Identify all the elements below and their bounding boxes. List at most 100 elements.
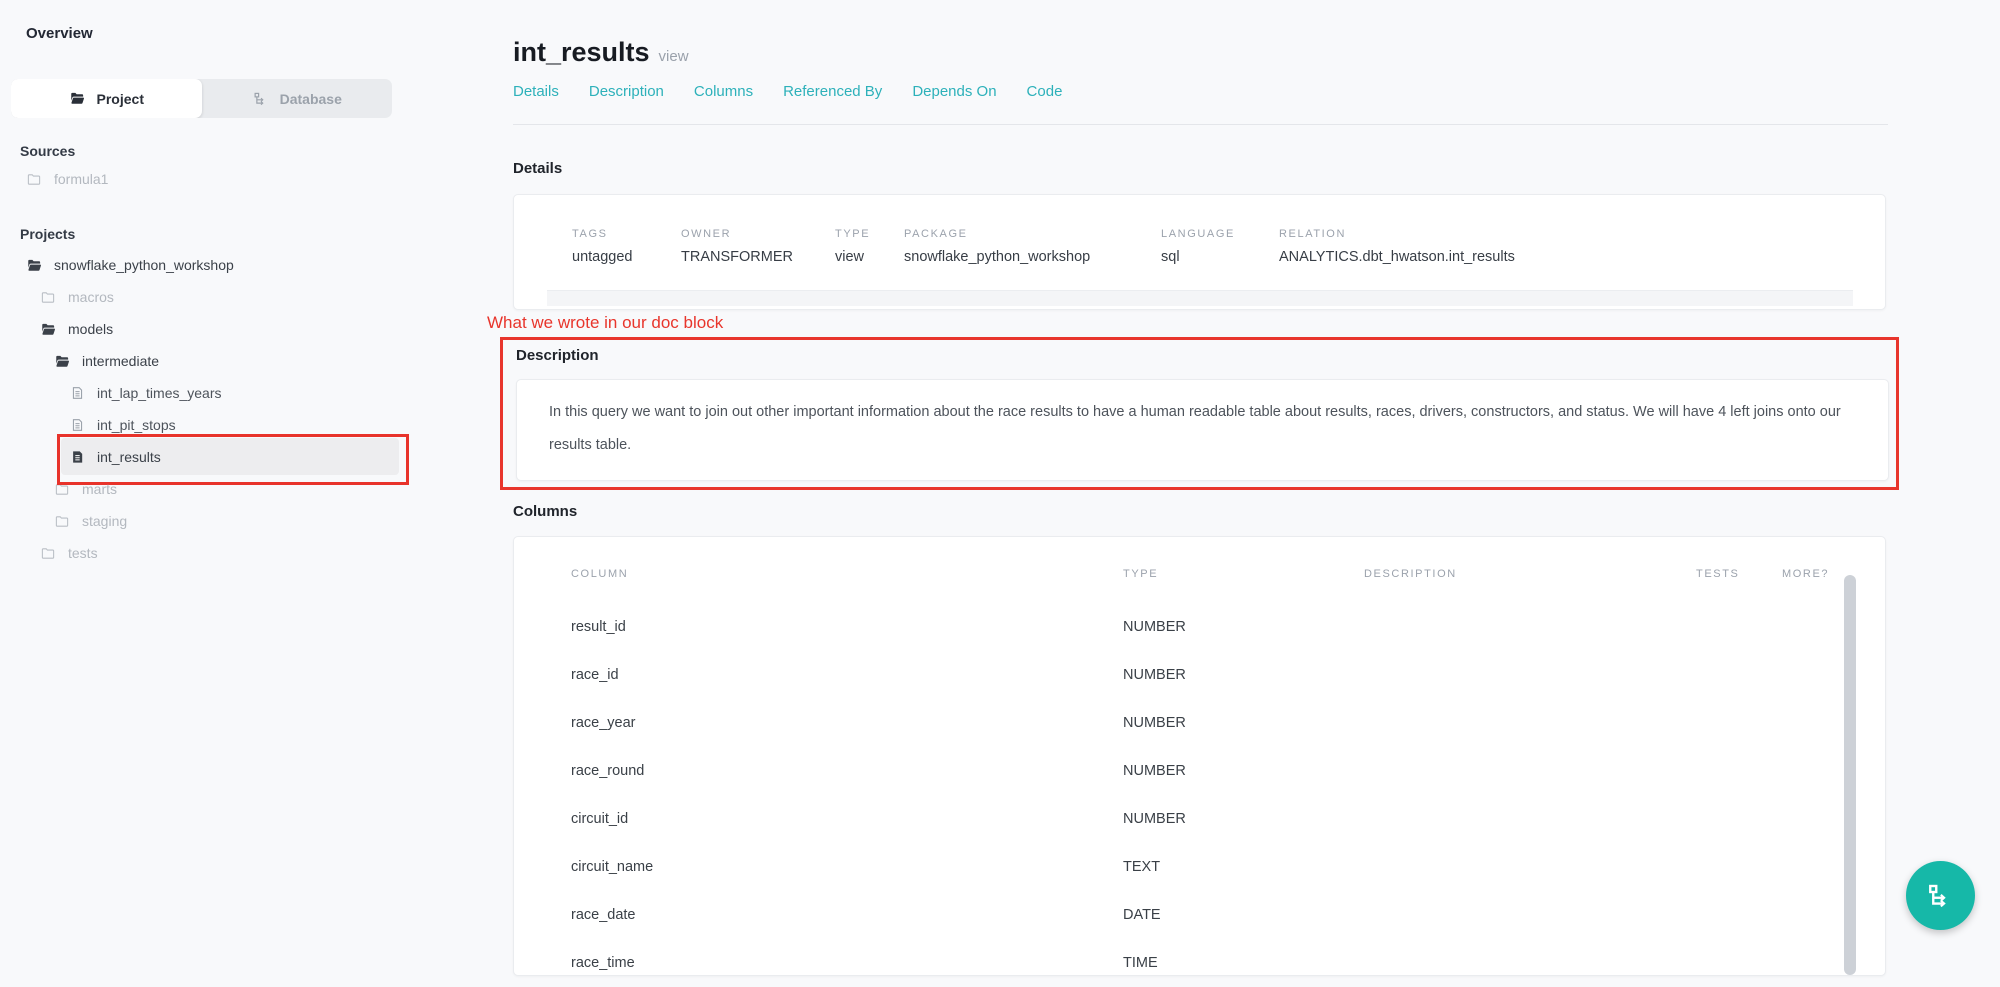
column-name: race_year bbox=[571, 699, 635, 747]
lineage-graph-button[interactable] bbox=[1906, 861, 1975, 930]
column-name: race_time bbox=[571, 939, 635, 987]
sources-heading: Sources bbox=[20, 143, 75, 159]
annotation-box: Description In this query we want to joi… bbox=[500, 337, 1899, 490]
column-type: TEXT bbox=[1123, 843, 1160, 891]
database-toggle-button[interactable]: Database bbox=[202, 79, 393, 118]
project-tree: snowflake_python_workshop macros models … bbox=[0, 249, 440, 569]
table-row[interactable]: race_time TIME bbox=[514, 939, 1885, 987]
folder-open-icon bbox=[39, 322, 57, 337]
detail-value: untagged bbox=[572, 249, 632, 265]
detail-value: snowflake_python_workshop bbox=[904, 249, 1090, 265]
file-filled-icon bbox=[68, 449, 86, 465]
column-type: NUMBER bbox=[1123, 603, 1186, 651]
detail-label: LANGUAGE bbox=[1161, 228, 1235, 240]
tab-code[interactable]: Code bbox=[1027, 83, 1063, 100]
folder-icon bbox=[39, 290, 57, 305]
details-heading: Details bbox=[513, 160, 562, 177]
tree-item-int-lap-times-years[interactable]: int_lap_times_years bbox=[0, 377, 440, 409]
tree-item-label: int_results bbox=[97, 449, 161, 465]
columns-card: COLUMN TYPE DESCRIPTION TESTS MORE? resu… bbox=[513, 536, 1886, 976]
source-label: formula1 bbox=[54, 171, 108, 187]
folder-icon bbox=[39, 546, 57, 561]
lineage-icon bbox=[1926, 881, 1956, 911]
detail-value: sql bbox=[1161, 249, 1180, 265]
column-type: NUMBER bbox=[1123, 699, 1186, 747]
detail-value: TRANSFORMER bbox=[681, 249, 793, 265]
tree-item-macros[interactable]: macros bbox=[0, 281, 440, 313]
folder-open-icon bbox=[69, 91, 87, 106]
description-card: In this query we want to join out other … bbox=[516, 379, 1889, 481]
model-name: int_results bbox=[513, 37, 650, 67]
table-row[interactable]: circuit_nameTEXT bbox=[514, 843, 1885, 891]
tree-item-label: int_lap_times_years bbox=[97, 385, 222, 401]
details-card: TAGS untagged OWNER TRANSFORMER TYPE view P… bbox=[513, 194, 1886, 310]
column-type: NUMBER bbox=[1123, 795, 1186, 843]
column-name: race_date bbox=[571, 891, 636, 939]
overview-heading: Overview bbox=[26, 25, 93, 42]
table-row[interactable]: circuit_id NUMBER bbox=[514, 795, 1885, 843]
tree-item-label: staging bbox=[82, 513, 127, 529]
column-type: DATE bbox=[1123, 891, 1161, 939]
tree-item-label: macros bbox=[68, 289, 114, 305]
folder-icon bbox=[25, 172, 43, 187]
table-row[interactable]: race_idNUMBER bbox=[514, 651, 1885, 699]
folder-open-icon bbox=[53, 354, 71, 369]
detail-label: RELATION bbox=[1279, 228, 1346, 240]
table-row[interactable]: race_year NUMBER bbox=[514, 699, 1885, 747]
tree-item-label: models bbox=[68, 321, 113, 337]
column-name: circuit_id bbox=[571, 795, 628, 843]
tab-bar: Details Description Columns Referenced B… bbox=[513, 83, 1062, 100]
tree-item-label: tests bbox=[68, 545, 98, 561]
column-header-type: TYPE bbox=[1123, 568, 1158, 580]
folder-icon bbox=[53, 514, 71, 529]
tree-item-tests[interactable]: tests bbox=[0, 537, 440, 569]
model-type-subtitle: view bbox=[659, 48, 689, 65]
tree-item-models[interactable]: models bbox=[0, 313, 440, 345]
file-icon bbox=[68, 385, 86, 401]
tree-item-int-results[interactable]: int_results bbox=[0, 441, 440, 473]
tab-details[interactable]: Details bbox=[513, 83, 559, 100]
column-name: race_round bbox=[571, 747, 644, 795]
tree-item-label: int_pit_stops bbox=[97, 417, 176, 433]
detail-label: TYPE bbox=[835, 228, 870, 240]
file-icon bbox=[68, 417, 86, 433]
table-row[interactable]: race_round NUMBER bbox=[514, 747, 1885, 795]
column-type: TIME bbox=[1123, 939, 1158, 987]
column-type: NUMBER bbox=[1123, 747, 1186, 795]
detail-value: view bbox=[835, 249, 864, 265]
main-content: int_resultsview Details Description Colu… bbox=[513, 0, 1888, 959]
projects-heading: Projects bbox=[20, 226, 75, 242]
table-row[interactable]: race_date DATE bbox=[514, 891, 1885, 939]
tabs-divider bbox=[513, 124, 1888, 125]
tree-item-staging[interactable]: staging bbox=[0, 505, 440, 537]
project-toggle-button[interactable]: Project bbox=[11, 79, 202, 118]
tree-item-label: intermediate bbox=[82, 353, 159, 369]
table-scrollbar[interactable] bbox=[1844, 575, 1856, 975]
detail-label: PACKAGE bbox=[904, 228, 968, 240]
database-tree-icon bbox=[252, 91, 270, 107]
description-body: In this query we want to join out other … bbox=[549, 396, 1849, 462]
tree-item-label: snowflake_python_workshop bbox=[54, 257, 234, 273]
sidebar-item-formula1[interactable]: formula1 bbox=[0, 163, 440, 195]
table-row[interactable]: result_id NUMBER bbox=[514, 603, 1885, 651]
tree-item-intermediate[interactable]: intermediate bbox=[0, 345, 440, 377]
column-header-description: DESCRIPTION bbox=[1364, 568, 1457, 580]
detail-label: OWNER bbox=[681, 228, 731, 240]
tab-depends-on[interactable]: Depends On bbox=[912, 83, 996, 100]
column-header-column: COLUMN bbox=[571, 568, 628, 580]
detail-value: ANALYTICS.dbt_hwatson.int_results bbox=[1279, 249, 1515, 265]
tree-item-snowflake-python-workshop[interactable]: snowflake_python_workshop bbox=[0, 249, 440, 281]
tab-columns[interactable]: Columns bbox=[694, 83, 753, 100]
folder-open-icon bbox=[25, 258, 43, 273]
columns-heading: Columns bbox=[513, 503, 577, 520]
column-name: result_id bbox=[571, 603, 626, 651]
column-header-tests: TESTS bbox=[1696, 568, 1739, 580]
columns-table-body: result_id NUMBER race_idNUMBER race_year N… bbox=[514, 603, 1885, 987]
tab-description[interactable]: Description bbox=[589, 83, 664, 100]
description-heading: Description bbox=[516, 347, 599, 364]
sidebar: Overview Project Database Sources formul… bbox=[0, 0, 440, 959]
detail-label: TAGS bbox=[572, 228, 608, 240]
tab-referenced-by[interactable]: Referenced By bbox=[783, 83, 882, 100]
page-title: int_results view bbox=[513, 37, 689, 68]
project-toggle-label: Project bbox=[97, 91, 144, 107]
